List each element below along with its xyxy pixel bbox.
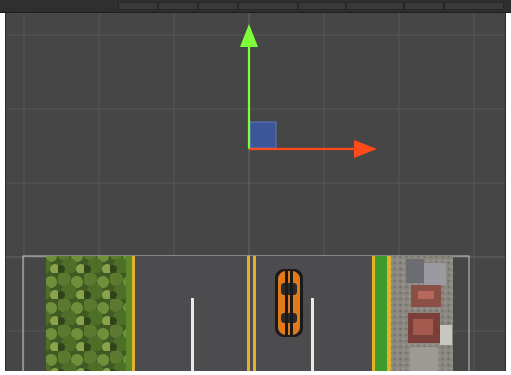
tree-verge: [46, 256, 132, 371]
lane-marker: [191, 298, 194, 371]
scene-canvas[interactable]: [6, 13, 506, 371]
lane-marker: [311, 298, 314, 371]
road-edge-line: [132, 256, 135, 371]
center-line: [247, 256, 250, 371]
toolbar-segment[interactable]: [298, 2, 346, 10]
toolbar-segment[interactable]: [198, 2, 238, 10]
move-gizmo[interactable]: [240, 24, 377, 158]
scene-toolbar: [0, 0, 511, 13]
car-sprite[interactable]: [275, 269, 303, 337]
road-edge-line: [372, 256, 375, 371]
center-line: [253, 256, 256, 371]
toolbar-segment[interactable]: [346, 2, 404, 10]
xy-plane-handle[interactable]: [249, 121, 277, 149]
grass-strip: [375, 256, 387, 371]
toolbar-segment[interactable]: [404, 2, 444, 10]
toolbar-segment[interactable]: [444, 2, 504, 10]
road-sprite[interactable]: [22, 255, 470, 371]
scene-view[interactable]: [5, 13, 506, 371]
x-axis-arrow-icon[interactable]: [354, 140, 377, 158]
toolbar-segment[interactable]: [118, 2, 158, 10]
toolbar-segment[interactable]: [238, 2, 298, 10]
toolbar-segment[interactable]: [158, 2, 198, 10]
